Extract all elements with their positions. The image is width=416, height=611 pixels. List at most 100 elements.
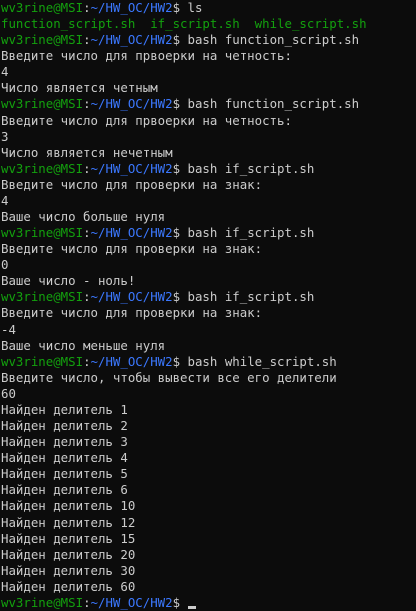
prompt-path: ~/HW_OC/HW2 [90, 96, 173, 112]
prompt-separator: : [83, 32, 91, 48]
output-text: Найден делитель 3 [1, 434, 128, 450]
output-text: 0 [1, 257, 9, 273]
prompt-line: wv3rine@MSI:~/HW_OC/HW2$ bash if_script.… [1, 161, 416, 177]
prompt-user-host: wv3rine@MSI [1, 160, 84, 176]
ls-file-name: function_script.sh [1, 16, 136, 32]
prompt-symbol: $ [172, 160, 188, 176]
output-line: Найден делитель 3 [1, 434, 416, 450]
output-text: Найден делитель 30 [1, 562, 136, 578]
output-text: Введите число для проверки на знак: [1, 305, 263, 321]
prompt-separator: : [83, 353, 91, 369]
ls-gap [240, 16, 255, 31]
output-line: 4 [1, 193, 416, 209]
output-text: Ваше число - ноль! [1, 273, 136, 289]
output-line: Найден делитель 6 [1, 482, 416, 498]
output-line: Число является нечетным [1, 145, 416, 161]
output-text: 4 [1, 64, 9, 80]
prompt-separator: : [83, 160, 91, 176]
ls-output-line: function_script.sh if_script.sh while_sc… [1, 16, 416, 32]
prompt-line: wv3rine@MSI:~/HW_OC/HW2$ bash if_script.… [1, 289, 416, 305]
command-text: bash function_script.sh [187, 96, 360, 112]
prompt-line: wv3rine@MSI:~/HW_OC/HW2$ bash if_script.… [1, 225, 416, 241]
command-text: bash if_script.sh [187, 225, 315, 241]
output-text: Найден делитель 60 [1, 578, 136, 594]
prompt-user-host: wv3rine@MSI [1, 0, 84, 15]
prompt-path: ~/HW_OC/HW2 [90, 225, 173, 241]
output-text: Ваше число меньше нуля [1, 337, 166, 353]
output-text: Введите число для проверки на знак: [1, 176, 263, 192]
prompt-user-host: wv3rine@MSI [1, 289, 84, 305]
output-text: Найден делитель 15 [1, 530, 136, 546]
output-text: 60 [1, 385, 16, 401]
output-text: Найден делитель 10 [1, 498, 136, 514]
prompt-separator: : [83, 96, 91, 112]
command-text: bash if_script.sh [187, 289, 315, 305]
prompt-separator: : [83, 0, 91, 15]
prompt-symbol: $ [172, 0, 188, 15]
output-text: Найден делитель 6 [1, 482, 128, 498]
output-text: Введите число для првоерки на четность: [1, 48, 292, 64]
output-text: 4 [1, 192, 9, 208]
prompt-separator: : [83, 225, 91, 241]
prompt-line: wv3rine@MSI:~/HW_OC/HW2$ bash while_scri… [1, 354, 416, 370]
output-line: Введите число для првоерки на четность: [1, 113, 416, 129]
output-text: Найден делитель 12 [1, 514, 136, 530]
output-line: Найден делитель 1 [1, 402, 416, 418]
output-text: Число является четным [1, 80, 158, 96]
output-line: Найден делитель 5 [1, 466, 416, 482]
output-line: Найден делитель 2 [1, 418, 416, 434]
output-text: Введите число для првоерки на четность: [1, 112, 292, 128]
output-line: 0 [1, 257, 416, 273]
output-text: Введите число для проверки на знак: [1, 241, 263, 257]
prompt-symbol: $ [172, 32, 188, 48]
output-text: Найден делитель 5 [1, 466, 128, 482]
output-text: Введите число, чтобы вывести все его дел… [1, 369, 337, 385]
output-line: Введите число для проверки на знак: [1, 241, 416, 257]
prompt-separator: : [83, 289, 91, 305]
output-text: Ваше число больше нуля [1, 209, 166, 225]
prompt-path: ~/HW_OC/HW2 [90, 0, 173, 15]
output-line: Ваше число меньше нуля [1, 338, 416, 354]
output-line: Введите число для проверки на знак: [1, 305, 416, 321]
output-text: Найден делитель 20 [1, 546, 136, 562]
prompt-symbol: $ [172, 225, 188, 241]
ls-file-name: if_script.sh [150, 16, 240, 32]
output-text: Найден делитель 1 [1, 401, 128, 417]
prompt-line: wv3rine@MSI:~/HW_OC/HW2$ [1, 595, 416, 611]
output-line: Введите число, чтобы вывести все его дел… [1, 370, 416, 386]
prompt-path: ~/HW_OC/HW2 [90, 32, 173, 48]
output-line: -4 [1, 322, 416, 338]
command-text: bash while_script.sh [187, 353, 337, 369]
prompt-path: ~/HW_OC/HW2 [90, 353, 173, 369]
prompt-symbol: $ [172, 289, 188, 305]
prompt-line: wv3rine@MSI:~/HW_OC/HW2$ ls [1, 0, 416, 16]
text-cursor[interactable] [187, 605, 196, 609]
prompt-user-host: wv3rine@MSI [1, 353, 84, 369]
prompt-user-host: wv3rine@MSI [1, 96, 84, 112]
prompt-user-host: wv3rine@MSI [1, 225, 84, 241]
command-text: bash function_script.sh [187, 32, 360, 48]
output-line: Число является четным [1, 80, 416, 96]
output-line: Найден делитель 30 [1, 563, 416, 579]
output-line: Ваше число - ноль! [1, 273, 416, 289]
output-text: 3 [1, 128, 9, 144]
output-line: Найден делитель 60 [1, 579, 416, 595]
output-text: Найден делитель 4 [1, 450, 128, 466]
terminal-window[interactable]: wv3rine@MSI:~/HW_OC/HW2$ ls function_scri… [0, 0, 416, 611]
output-line: Найден делитель 20 [1, 547, 416, 563]
command-text: ls [187, 0, 203, 15]
prompt-path: ~/HW_OC/HW2 [90, 289, 173, 305]
prompt-line: wv3rine@MSI:~/HW_OC/HW2$ bash function_s… [1, 96, 416, 112]
output-line: 60 [1, 386, 416, 402]
output-line: Введите число для проверки на знак: [1, 177, 416, 193]
output-text: -4 [1, 321, 16, 337]
output-line: Найден делитель 10 [1, 498, 416, 514]
output-line: Найден делитель 12 [1, 515, 416, 531]
output-line: Ваше число больше нуля [1, 209, 416, 225]
ls-file-name: while_script.sh [254, 16, 367, 32]
output-line: 4 [1, 64, 416, 80]
output-line: Введите число для првоерки на четность: [1, 48, 416, 64]
output-text: Найден делитель 2 [1, 418, 128, 434]
ls-gap [135, 16, 150, 31]
output-line: Найден делитель 15 [1, 531, 416, 547]
